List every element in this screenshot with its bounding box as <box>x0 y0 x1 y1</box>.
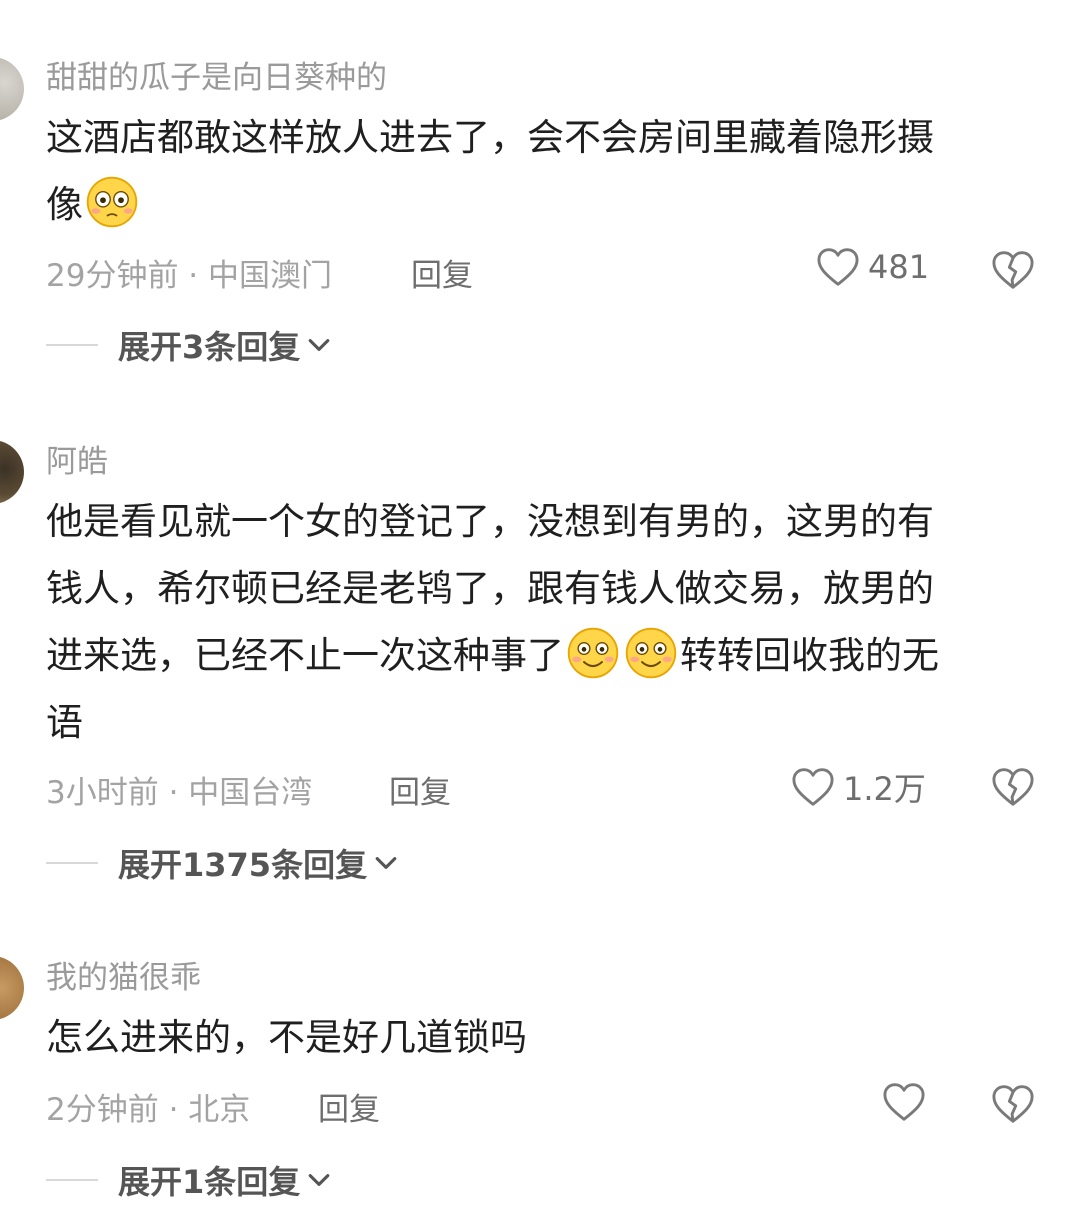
like-count: 481 <box>868 248 930 286</box>
expand-replies-label: 展开3条回复 <box>118 328 301 366</box>
divider <box>46 344 98 346</box>
comment-meta: 29分钟前 · 中国澳门 <box>46 258 333 294</box>
comment-username[interactable]: 我的猫很乖 <box>46 952 201 997</box>
heart-outline-icon <box>816 247 860 287</box>
smiling-face-emoji <box>566 626 620 680</box>
comment-text: 怎么进来的，不是好几道锁吗 <box>46 1004 1021 1071</box>
avatar[interactable] <box>0 57 24 121</box>
chevron-down-icon <box>308 1173 330 1187</box>
comment-username[interactable]: 阿皓 <box>46 436 108 481</box>
like-button[interactable]: 481 <box>816 247 929 287</box>
comment-meta: 3小时前 · 中国台湾 <box>46 775 313 811</box>
avatar[interactable] <box>0 956 24 1020</box>
comment-meta: 2分钟前 · 北京 <box>46 1092 251 1128</box>
smiling-face-emoji <box>624 626 678 680</box>
broken-heart-icon[interactable] <box>991 1084 1035 1124</box>
broken-heart-icon[interactable] <box>991 767 1035 807</box>
reply-button[interactable]: 回复 <box>411 250 473 295</box>
heart-outline-icon <box>882 1082 926 1122</box>
expand-replies-button[interactable]: 展开1条回复 <box>46 1157 330 1203</box>
reply-button[interactable]: 回复 <box>389 767 451 812</box>
chevron-down-icon <box>308 338 330 352</box>
expand-replies-button[interactable]: 展开1375条回复 <box>46 840 397 886</box>
comment-text-line: 转转回收我的无 <box>680 634 939 677</box>
comment-text-line: 语 <box>46 701 83 744</box>
heart-outline-icon <box>791 767 835 807</box>
flushed-face-emoji <box>85 175 139 229</box>
comment-text: 他是看见就一个女的登记了，没想到有男的，这男的有 钱人，希尔顿已经是老鸨了，跟有… <box>46 488 1021 756</box>
like-button[interactable] <box>882 1082 934 1122</box>
broken-heart-icon[interactable] <box>991 250 1035 290</box>
divider <box>46 862 98 864</box>
reply-button[interactable]: 回复 <box>318 1084 380 1129</box>
expand-replies-button[interactable]: 展开3条回复 <box>46 322 330 368</box>
comment-username[interactable]: 甜甜的瓜子是向日葵种的 <box>46 52 387 97</box>
like-button[interactable]: 1.2万 <box>791 764 926 810</box>
expand-replies-label: 展开1条回复 <box>118 1163 301 1201</box>
comment-text-line: 他是看见就一个女的登记了，没想到有男的，这男的有 <box>46 500 934 543</box>
comment-text: 这酒店都敢这样放人进去了，会不会房间里藏着隐形摄 像 <box>46 104 1021 238</box>
comment-text-line: 像 <box>46 183 83 226</box>
avatar[interactable] <box>0 440 24 504</box>
chevron-down-icon <box>375 856 397 870</box>
expand-replies-label: 展开1375条回复 <box>118 846 368 884</box>
divider <box>46 1179 98 1181</box>
like-count: 1.2万 <box>843 770 926 808</box>
comment-text-line: 钱人，希尔顿已经是老鸨了，跟有钱人做交易，放男的 <box>46 567 934 610</box>
comment-text-line: 进来选，已经不止一次这种事了 <box>46 634 564 677</box>
comment-text-line: 怎么进来的，不是好几道锁吗 <box>46 1016 527 1059</box>
comment-text-line: 这酒店都敢这样放人进去了，会不会房间里藏着隐形摄 <box>46 116 934 159</box>
